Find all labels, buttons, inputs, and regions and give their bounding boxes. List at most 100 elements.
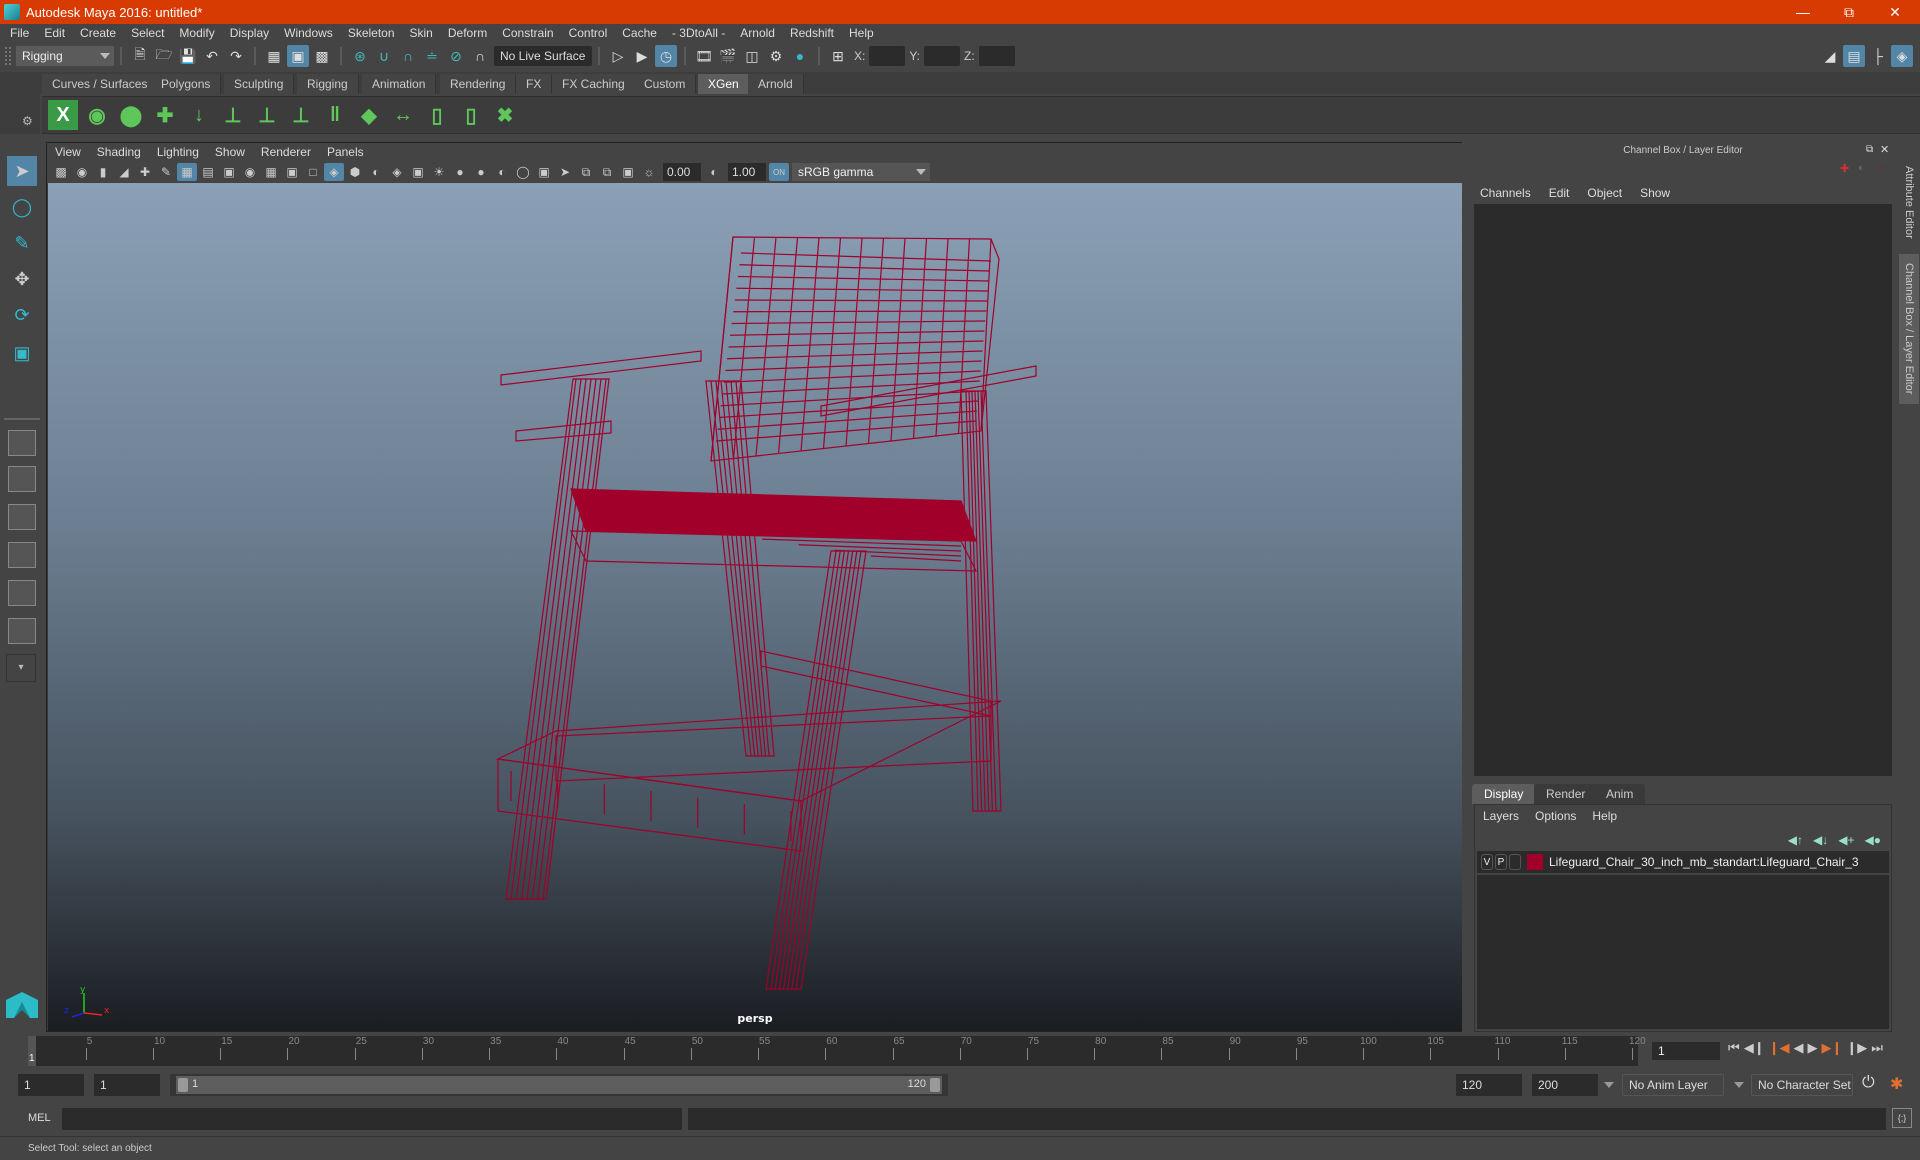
menu-edit[interactable]: Edit [44,26,65,40]
transform-field-icon[interactable]: ⊞ [827,45,849,67]
menu-deform[interactable]: Deform [448,26,487,40]
shelf-tab-polygons[interactable]: Polygons [151,74,222,94]
go-to-end-icon[interactable]: ⏭ [1871,1040,1883,1056]
camera-attributes-icon[interactable]: ◉ [72,163,92,181]
motion-blur-icon[interactable]: ● [471,163,491,181]
image-plane-icon[interactable]: ◢ [114,163,134,181]
shelf-tab-fx[interactable]: FX [516,74,553,94]
gear-icon[interactable]: ⚙ [22,114,33,128]
snap-grid-icon[interactable]: ⊛ [349,45,371,67]
channel-box-area[interactable] [1474,204,1892,776]
minimize-button[interactable]: — [1780,0,1826,24]
anim-layer-chevron-icon[interactable] [1604,1082,1614,1088]
shelf-tab-sculpting[interactable]: Sculpting [224,74,295,94]
exposure-icon[interactable]: ☼ [639,163,659,181]
shelf-tab-curves-surfaces[interactable]: Curves / Surfaces [42,74,159,94]
xgen-select-guides-icon[interactable]: ▯ [422,100,452,130]
live-surface-field[interactable]: No Live Surface [494,46,592,66]
animation-end-field[interactable]: 200 [1532,1074,1598,1096]
snap-view-plane-icon[interactable]: ≐ [421,45,443,67]
step-forward-key-icon[interactable]: ❙▶ [1846,1040,1867,1056]
viewport-menu-lighting[interactable]: Lighting [157,145,199,159]
range-slider-track[interactable]: 1 120 [170,1074,948,1096]
character-set-dropdown[interactable]: No Character Set [1751,1074,1853,1096]
restore-button[interactable]: ⧉ [1826,0,1872,24]
history-icon[interactable]: ◷ [655,45,677,67]
select-object-icon[interactable]: ▣ [287,45,309,67]
mel-label[interactable]: MEL [28,1112,51,1124]
gamma-field[interactable]: 1.00 [728,163,766,181]
menu-file[interactable]: File [10,26,29,40]
render-settings-icon[interactable]: ⚙ [765,45,787,67]
xgen-delete-guides-icon[interactable]: ✖ [490,100,520,130]
menu-help[interactable]: Help [849,26,874,40]
auto-key-icon[interactable]: ⏻ [1862,1074,1875,1092]
range-start-handle[interactable] [178,1078,188,1092]
depth-of-field-icon[interactable]: ◯ [513,163,533,181]
field-chart-icon[interactable]: ▦ [261,163,281,181]
y-field[interactable] [924,46,961,66]
menu-redshift[interactable]: Redshift [790,26,834,40]
shelf-tab-xgen[interactable]: XGen [698,74,750,94]
grease-pencil-icon[interactable]: ✎ [156,163,176,181]
menuset-dropdown[interactable]: Rigging [16,46,114,66]
current-frame-field[interactable]: 1 [1652,1042,1720,1060]
float-panel-icon[interactable]: ⧉ [1866,144,1873,155]
modeling-toolkit-icon[interactable]: ◢ [1819,45,1841,67]
hypershade-icon[interactable]: ● [789,45,811,67]
xgen-sculpt-guide-icon[interactable]: ⊥ [252,100,282,130]
layer-color-swatch[interactable] [1527,854,1543,870]
tab-channel-box-layer-editor[interactable]: Channel Box / Layer Editor [1899,254,1919,404]
playback-start-field[interactable]: 1 [94,1074,160,1096]
menu-le-help[interactable]: Help [1592,809,1617,823]
x-field[interactable] [869,46,906,66]
anti-aliasing-icon[interactable]: ◐ [492,163,512,181]
redo-icon[interactable]: ↷ [225,45,247,67]
play-forward-icon[interactable]: ▶ [1807,1040,1817,1056]
tab-display[interactable]: Display [1472,784,1536,804]
menu-channels[interactable]: Channels [1480,186,1531,200]
ipr-render-icon[interactable]: ◫ [741,45,763,67]
anim-layer-dropdown[interactable]: No Anim Layer [1622,1074,1724,1096]
menu-skin[interactable]: Skin [410,26,433,40]
viewport-menu-show[interactable]: Show [215,145,245,159]
shadows-icon[interactable]: ☀ [429,163,449,181]
playback-end-field[interactable]: 120 [1456,1074,1522,1096]
new-scene-icon[interactable]: 🗎 [129,45,151,67]
script-editor-icon[interactable]: {;} [1892,1108,1912,1128]
xray-icon[interactable]: ➤ [555,163,575,181]
menu-3dtoall[interactable]: - 3DtoAll - [672,26,725,40]
chair-wireframe[interactable] [48,183,1462,1031]
move-layer-up-icon[interactable]: ◀↑ [1788,833,1803,847]
default-material-icon[interactable]: ◐ [366,163,386,181]
xgen-add-guide-icon[interactable]: ⊥ [218,100,248,130]
persp-graph-outliner-layout-icon[interactable] [8,618,36,644]
speed-icon[interactable]: ◐ [1858,162,1865,174]
safe-title-icon[interactable]: □ [303,163,323,181]
menu-cache[interactable]: Cache [622,26,657,40]
menu-modify[interactable]: Modify [179,26,214,40]
xgen-add-guides-icon[interactable]: ✚ [150,100,180,130]
color-space-dropdown[interactable]: sRGB gamma [792,163,930,181]
single-perspective-layout-icon[interactable] [8,430,36,456]
lasso-tool-icon[interactable]: ◯ [7,192,37,222]
snap-point-icon[interactable]: ∩ [397,45,419,67]
use-all-lights-icon[interactable]: ▣ [408,163,428,181]
select-tool-icon[interactable]: ➤ [7,156,37,186]
xgen-window-icon[interactable]: X [48,100,78,130]
smooth-shade-icon[interactable]: ⬢ [345,163,365,181]
perspective-view[interactable]: y x z persp [48,183,1462,1031]
tab-attribute-editor[interactable]: Attribute Editor [1899,152,1919,252]
viewport-menu-view[interactable]: View [55,145,81,159]
film-gate-icon[interactable]: ▤ [198,163,218,181]
xgen-guide-cage-icon[interactable]: ▯ [456,100,486,130]
layer-display-type-toggle[interactable] [1509,854,1521,870]
menu-control[interactable]: Control [569,26,608,40]
shelf-tab-fx-caching[interactable]: FX Caching [552,74,636,94]
new-layer-icon[interactable]: ◀+ [1838,833,1854,847]
xgen-preview-icon[interactable]: ◉ [82,100,112,130]
shelf-tab-rendering[interactable]: Rendering [440,74,517,94]
open-scene-icon[interactable]: 🗁 [153,45,175,67]
rotate-tool-icon[interactable]: ⟳ [7,300,37,330]
xgen-lock-guide-icon[interactable]: ⊥ [286,100,316,130]
